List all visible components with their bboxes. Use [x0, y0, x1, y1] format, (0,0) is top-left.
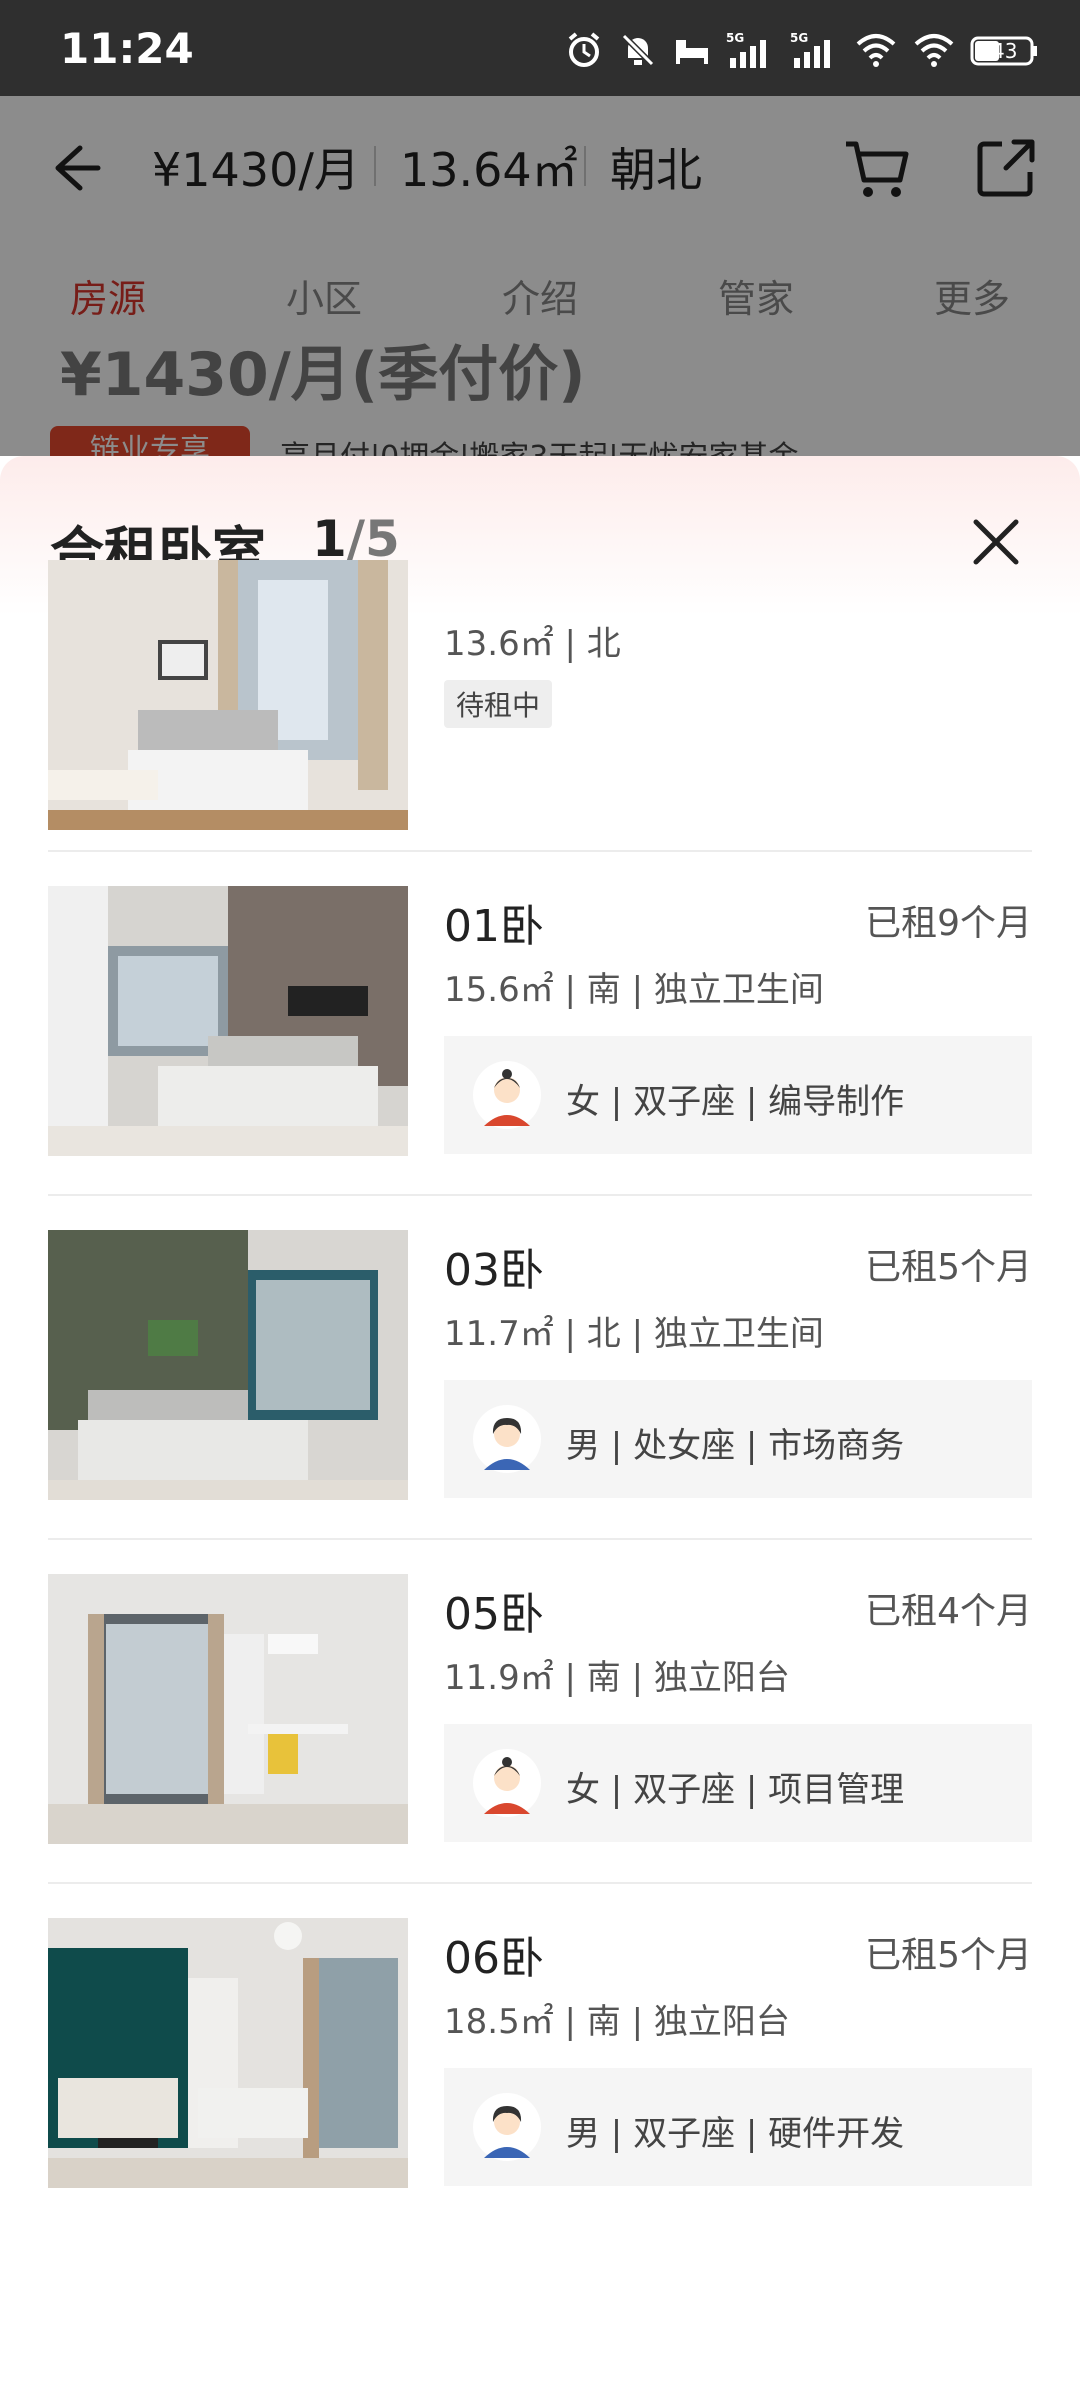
- room-photo: [48, 1918, 408, 2188]
- signal-5g-icon-2: 5G: [790, 31, 830, 68]
- room-item[interactable]: 05卧 已租4个月 11.9㎡ | 南 | 独立阳台 女 | 双子座 | 项目管…: [48, 1574, 1032, 1874]
- mute-bell-icon: [621, 33, 655, 67]
- room-item[interactable]: 03卧 已租5个月 11.7㎡ | 北 | 独立卫生间 男 | 处女座 | 市场…: [48, 1230, 1032, 1530]
- room-item[interactable]: 06卧 已租5个月 18.5㎡ | 南 | 独立阳台 男 | 双子座 | 硬件开…: [48, 1918, 1032, 2218]
- room-rent-duration: 已租9个月: [865, 903, 1032, 944]
- room-rent-duration: 已租5个月: [865, 1247, 1032, 1288]
- room-item[interactable]: 13.6㎡ | 北 待租中: [48, 560, 1032, 830]
- svg-text:5G: 5G: [790, 31, 808, 45]
- status-icons: 5G 5G 43: [564, 30, 1040, 70]
- room-meta: 11.7㎡ | 北 | 独立卫生间: [444, 1314, 824, 1354]
- tenant-info: 女 | 双子座 | 编导制作: [444, 1036, 1032, 1154]
- divider: [48, 1538, 1032, 1540]
- battery-level: 43: [992, 39, 1017, 63]
- room-photo: [48, 560, 408, 830]
- room-photo: [48, 1574, 408, 1844]
- tenant-description: 女 | 双子座 | 项目管理: [566, 1770, 905, 1810]
- female-avatar-icon: [473, 1061, 541, 1129]
- room-item[interactable]: 01卧 已租9个月 15.6㎡ | 南 | 独立卫生间 女 | 双子座 | 编导…: [48, 886, 1032, 1186]
- close-icon[interactable]: [966, 512, 1026, 572]
- room-meta: 13.6㎡ | 北: [444, 624, 621, 664]
- status-time: 11:24: [60, 24, 194, 73]
- room-photo: [48, 886, 408, 1156]
- female-avatar-icon: [473, 1749, 541, 1817]
- signal-5g-icon: 5G: [726, 31, 766, 68]
- tenant-description: 女 | 双子座 | 编导制作: [566, 1082, 905, 1122]
- room-name: 01卧: [444, 901, 544, 952]
- room-name: 05卧: [444, 1589, 544, 1640]
- tenant-description: 男 | 处女座 | 市场商务: [566, 1426, 905, 1466]
- divider: [48, 1882, 1032, 1884]
- svg-text:5G: 5G: [726, 31, 744, 45]
- room-sheet: 合租卧室 1/5 13.6㎡ | 北 待租中 01卧 已租9个月 15.6㎡ |…: [0, 456, 1080, 2400]
- wifi-icon-2: [914, 34, 954, 67]
- divider: [48, 850, 1032, 852]
- room-rent-duration: 已租4个月: [865, 1591, 1032, 1632]
- room-name: 03卧: [444, 1245, 544, 1296]
- bed-icon: [676, 40, 708, 64]
- room-rent-duration: 已租5个月: [865, 1935, 1032, 1976]
- room-meta: 15.6㎡ | 南 | 独立卫生间: [444, 970, 824, 1010]
- male-avatar-icon: [473, 2093, 541, 2161]
- male-avatar-icon: [473, 1405, 541, 1473]
- tenant-info: 女 | 双子座 | 项目管理: [444, 1724, 1032, 1842]
- tenant-info: 男 | 处女座 | 市场商务: [444, 1380, 1032, 1498]
- status-tag: 待租中: [444, 680, 553, 728]
- dim-overlay[interactable]: [0, 96, 1080, 456]
- battery-icon: 43: [970, 36, 1037, 66]
- tenant-info: 男 | 双子座 | 硬件开发: [444, 2068, 1032, 2186]
- room-meta: 18.5㎡ | 南 | 独立阳台: [444, 2002, 790, 2042]
- tenant-description: 男 | 双子座 | 硬件开发: [566, 2114, 905, 2154]
- room-name: 06卧: [444, 1933, 544, 1984]
- room-meta: 11.9㎡ | 南 | 独立阳台: [444, 1658, 790, 1698]
- wifi-icon: [856, 34, 896, 67]
- room-photo: [48, 1230, 408, 1500]
- status-bar: 11:24 5G 5G 43: [0, 0, 1080, 96]
- alarm-icon: [568, 32, 600, 67]
- divider: [48, 1194, 1032, 1196]
